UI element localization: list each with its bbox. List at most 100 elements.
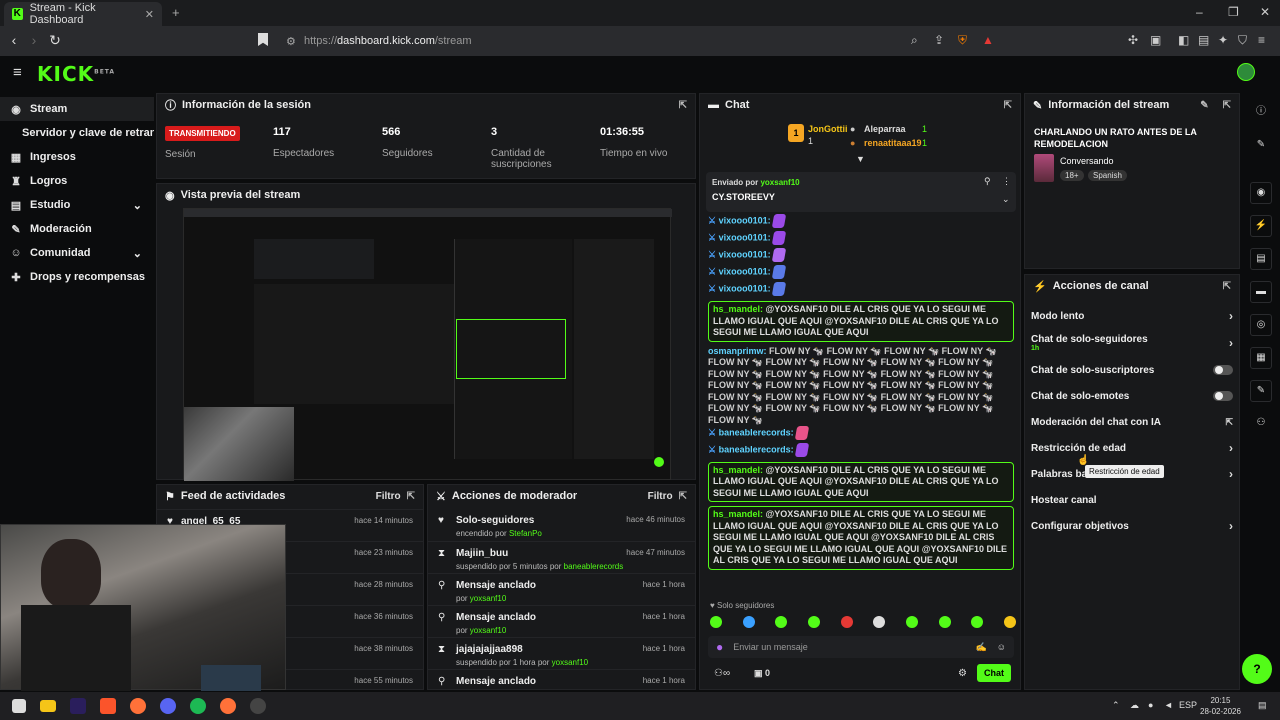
help-chat-icon[interactable]: ? <box>1242 654 1272 684</box>
hamburger-icon[interactable]: ≡ <box>13 64 22 81</box>
channel-action-emotes-only[interactable]: Chat de solo-emotes <box>1025 383 1239 409</box>
reload-icon[interactable]: ↻ <box>45 32 65 49</box>
leaderboard-user[interactable]: JonGottii <box>808 124 848 134</box>
chat-username[interactable]: vixooo0101: <box>719 215 771 225</box>
camera-icon[interactable]: ◉ <box>1250 182 1272 204</box>
browser-tab[interactable]: K Stream - Kick Dashboard ✕ <box>4 2 162 26</box>
table-row[interactable]: ⧗ Majiin_buu suspendido por 5 minutos por … <box>428 541 695 573</box>
channel-action-followers-only[interactable]: Chat de solo-seguidores 1h › <box>1025 329 1239 357</box>
obs-icon[interactable] <box>250 698 266 714</box>
broadcast-icon[interactable]: ◎ <box>1250 314 1272 336</box>
bookmark-icon[interactable] <box>258 33 268 46</box>
mod-action-by[interactable]: yoxsanf10 <box>552 658 588 667</box>
edit-icon[interactable]: ✎ <box>1250 135 1272 157</box>
sidebar-item-moderacion[interactable]: ✎ Moderación <box>0 217 154 241</box>
tray-icon[interactable]: ☁ <box>1130 700 1139 711</box>
wrench-icon[interactable]: ✎ <box>1250 380 1272 402</box>
zoom-icon[interactable]: ⌕ <box>911 33 918 48</box>
server-icon[interactable]: ▦ <box>1250 347 1272 369</box>
emote-icon[interactable] <box>971 616 984 628</box>
chat-username[interactable]: hs_mandel: <box>713 304 763 314</box>
brave-icon[interactable] <box>100 698 116 714</box>
site-info-icon[interactable]: ⚙ <box>286 35 296 48</box>
points-display[interactable]: ▣ 0 <box>754 668 770 679</box>
chat-username[interactable]: vixooo0101: <box>719 249 771 259</box>
screenshot-icon[interactable]: ▣ <box>1150 33 1161 47</box>
url-field[interactable]: ⚙ https://dashboard.kick.com/stream <box>280 30 1000 52</box>
leaderboard-user[interactable]: Aleparraa <box>864 124 906 134</box>
tab-close-icon[interactable]: ✕ <box>145 8 154 21</box>
sidebar-toggle-icon[interactable]: ◧ <box>1178 33 1189 47</box>
maximize-icon[interactable]: ❐ <box>1228 5 1239 19</box>
sidebar-item-estudio[interactable]: ▤ Estudio ⌄ <box>0 193 154 217</box>
mod-action-by[interactable]: yoxsanf10 <box>470 626 506 635</box>
popout-icon[interactable]: ⇱ <box>1223 281 1231 292</box>
table-row[interactable]: ⚲ Mensaje anclado por yoxsanf10 hace 1 hora <box>428 573 695 605</box>
table-row[interactable]: ⚲ Mensaje anclado hace 1 hora <box>428 669 695 689</box>
file-explorer-icon[interactable] <box>40 700 56 712</box>
emote-icon[interactable] <box>742 616 755 628</box>
pinned-message[interactable]: Enviado por yoxsanf10 CY.STOREEVY ⚲ ⋮ ⌄ <box>706 172 1016 212</box>
kick-logo[interactable]: KICKBETA <box>37 62 115 86</box>
chat-scrollbar[interactable] <box>1020 564 1021 594</box>
emote-icon[interactable] <box>840 616 853 628</box>
minimize-icon[interactable]: – <box>1196 5 1203 19</box>
mic-tray-icon[interactable]: ● <box>1148 700 1153 710</box>
extensions-icon[interactable]: ✣ <box>1128 33 1138 47</box>
send-chat-button[interactable]: Chat <box>977 664 1011 682</box>
popout-icon[interactable]: ⇱ <box>407 491 415 502</box>
leo-ai-icon[interactable]: ✦ <box>1218 33 1228 47</box>
sidebar-item-stream[interactable]: ◉ Stream <box>0 97 154 121</box>
chat-username[interactable]: osmanprimw: <box>708 346 767 356</box>
chat-input[interactable]: ● Enviar un mensaje ✍ ☺ <box>708 636 1014 658</box>
popout-icon[interactable]: ⇱ <box>679 100 687 111</box>
tray-chevron-icon[interactable]: ⌃ <box>1112 700 1120 711</box>
channel-action-age-restriction[interactable]: Restricción de edad › <box>1025 435 1239 461</box>
chat-username[interactable]: hs_mandel: <box>713 465 763 475</box>
clock[interactable]: 20:15 28-02-2026 <box>1200 695 1241 717</box>
sidebar-item-comunidad[interactable]: ☺ Comunidad ⌄ <box>0 241 154 265</box>
people-icon[interactable]: ⚇ <box>1250 413 1272 435</box>
chat-icon[interactable]: ▬ <box>1250 281 1272 303</box>
forward-icon[interactable]: › <box>24 32 44 48</box>
mod-action-by[interactable]: baneablerecords <box>564 562 624 571</box>
channel-action-goals[interactable]: Configurar objetivos › <box>1025 513 1239 539</box>
emote-icon[interactable] <box>1003 616 1016 628</box>
table-row[interactable]: ⧗ jajajajajjaa898 suspendido por 1 hora po… <box>428 637 695 669</box>
popout-icon[interactable]: ⇱ <box>679 491 687 502</box>
emote-icon[interactable] <box>938 616 951 628</box>
category-name[interactable]: Conversando <box>1060 156 1114 166</box>
sidebar-item-logros[interactable]: ♜ Logros <box>0 169 154 193</box>
notifications-icon[interactable]: ▤ <box>1258 700 1267 711</box>
chevron-down-icon[interactable]: ⌄ <box>133 199 142 212</box>
chat-username[interactable]: hs_mandel: <box>713 509 763 519</box>
clipboard-icon[interactable]: ▤ <box>1250 248 1272 270</box>
emote-icon[interactable] <box>775 616 788 628</box>
wallet-icon[interactable]: ▤ <box>1198 33 1209 47</box>
channel-action-subs-only[interactable]: Chat de solo-suscriptores <box>1025 357 1239 383</box>
lightning-icon[interactable]: ⚡ <box>1250 215 1272 237</box>
popout-icon[interactable]: ⇱ <box>1004 100 1012 111</box>
discord-icon[interactable] <box>160 698 176 714</box>
stream-preview-video[interactable] <box>183 208 672 481</box>
vpn-icon[interactable]: ⛉ <box>1238 33 1247 48</box>
chat-username[interactable]: vixooo0101: <box>719 232 771 242</box>
pinned-user[interactable]: yoxsanf10 <box>760 178 799 187</box>
windows-start-icon[interactable] <box>12 699 26 713</box>
volume-icon[interactable]: ◄ <box>1164 700 1173 710</box>
sidebar-item-ingresos[interactable]: ▦ Ingresos <box>0 145 154 169</box>
back-icon[interactable]: ‹ <box>4 32 24 48</box>
leaderboard-user[interactable]: renaatitaaa19 <box>864 138 922 148</box>
chat-username[interactable]: vixooo0101: <box>719 283 771 293</box>
share-icon[interactable]: ⇪ <box>934 33 944 47</box>
window-close-icon[interactable]: ✕ <box>1260 5 1270 19</box>
info-icon[interactable]: ⓘ <box>1250 102 1272 124</box>
mod-action-by[interactable]: StefanPo <box>509 529 542 538</box>
chat-username[interactable]: vixooo0101: <box>719 266 771 276</box>
expand-leaderboard-icon[interactable]: ▼ <box>856 154 865 164</box>
filter-button[interactable]: Filtro <box>376 491 401 502</box>
channel-action-slow-mode[interactable]: Modo lento › <box>1025 303 1239 329</box>
chat-username[interactable]: baneablerecords: <box>719 444 794 454</box>
emote-icon[interactable] <box>710 616 722 628</box>
mic-icon[interactable]: ● <box>716 640 723 654</box>
